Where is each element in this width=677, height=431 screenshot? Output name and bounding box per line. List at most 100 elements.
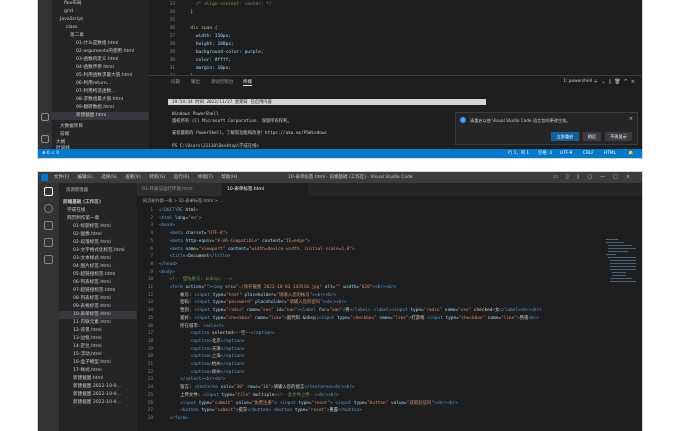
tree-item[interactable]: 07-超链接标签.html [59,287,137,295]
menu-go[interactable]: 转到(G) [149,175,165,180]
tree-item[interactable]: 11-内联元素.html [59,319,137,327]
tree-item[interactable]: 新建截图 2022-10-0... [59,391,137,399]
tree-item[interactable]: 01-什么是数组.html [52,40,149,48]
code-line[interactable]: 28 </form> [137,415,606,423]
menu-selection[interactable]: 选择(S) [101,175,116,180]
code-line[interactable]: 26 <input type="submit" value="免费注册"> <i… [137,400,606,408]
tree-item[interactable]: 06-列表标签.html [59,279,137,287]
tree-item[interactable]: 08-列表标签.html [59,295,137,303]
menu-run[interactable]: 运行(R) [174,175,190,180]
tree-item[interactable]: 新建截图 2022-10-0... [59,383,137,391]
code-line[interactable]: 13 密码: <input type="password" placeholde… [137,299,606,307]
css-editor[interactable]: 23 /* align-content: center; */ 24 } 25 … [149,0,642,75]
code-line[interactable]: 12 帐号: <input type="text" placeholder="请… [137,292,606,300]
tree-item[interactable]: 网页制作第一章 [59,215,137,223]
tree-item[interactable]: JavaScript [52,16,149,24]
tree-item[interactable]: 08-求数组最大值.html [52,96,149,104]
run-debug-icon[interactable] [44,238,53,247]
tree-item[interactable]: 前端 [52,131,149,139]
bell-icon[interactable]: 🔔 [628,149,633,158]
tree-item[interactable]: class [52,24,149,32]
tree-item[interactable]: flex布局 [52,0,149,8]
tree-item[interactable]: grid [52,8,149,16]
code-line[interactable]: 20 <option>上海</option> [137,353,606,361]
code-line[interactable]: 17 <option selected>--空--</option> [137,330,606,338]
code-line[interactable]: 8 </head> [137,261,606,269]
menu-file[interactable]: 文件(F) [54,175,69,180]
tab-file-active[interactable]: 10-表单标签.html [222,183,308,196]
tree-item[interactable]: 第二章 [52,32,149,40]
tree-item[interactable]: 05-利用函数求最大值.html [52,72,149,80]
code-line[interactable]: 6 <meta name="viewport" content="width=d… [137,246,606,254]
code-line[interactable]: 7 <title>Document</title> [137,253,606,261]
code-line[interactable]: 16 所在城市: <select> [137,323,606,331]
explorer-icon[interactable] [44,187,53,196]
later-button[interactable]: 稍后 [583,132,601,141]
tree-item-active[interactable]: 10-表单标签.html [59,311,137,319]
tree-item[interactable]: 新建截图.html [52,112,149,120]
tree-item[interactable]: 学成在线 [59,207,137,215]
code-line[interactable]: 22 <option>徐州</option> [137,369,606,377]
breadcrumb[interactable]: 网页制作第一章 > 10-表单标签.html > ... [137,196,642,205]
minimap[interactable] [606,239,636,287]
close-icon[interactable]: × [629,116,633,122]
tree-item[interactable]: 01-标题标签.html [59,223,137,231]
encoding[interactable]: UTF-8 [560,149,573,158]
code-line[interactable]: 24 留言: <textarea cols="30" rows="10">请输入… [137,384,606,392]
tree-item[interactable]: 02-arguments的使用.html [52,48,149,56]
code-line[interactable]: 19 <option>天津</option> [137,346,606,354]
line-ending[interactable]: CRLF [583,149,594,158]
tree-item[interactable]: 02-段落标签.html [59,239,137,247]
tab-output[interactable]: 输出 [191,79,200,85]
workspace-root[interactable]: 前端基础 (工作区) [59,199,137,207]
code-line[interactable]: 5 <meta http-equiv="X-UA-Compatible" con… [137,238,606,246]
menu-edit[interactable]: 编辑(E) [78,175,93,180]
account-icon[interactable] [41,113,49,121]
terminal-selector[interactable]: 1: powershell [563,79,592,84]
tree-item[interactable]: 05-超链接标签.html [59,271,137,279]
tab-terminal[interactable]: 终端 [243,79,252,86]
tree-item[interactable]: 新建截图.html [59,375,137,383]
restart-now-button[interactable]: 立即重启 [551,132,579,141]
tree-item[interactable]: 09-表格标签.html [59,303,137,311]
code-line[interactable]: 21 <option>杭州</option> [137,361,606,369]
tree-item[interactable]: 02-图像.html [59,231,137,239]
code-line[interactable]: 9 <body> [137,269,606,277]
code-line[interactable]: 23 </select><br><br> [137,376,606,384]
tree-item[interactable]: 07-利用构造函数... [52,88,149,96]
menu-view[interactable]: 查看(V) [125,175,141,180]
menu-help[interactable]: 帮助(H) [221,175,237,180]
tree-item[interactable]: 06-利用return... [52,80,149,88]
tree-item[interactable]: 03-文字格式化标签.html [59,247,137,255]
code-line[interactable]: 2 <html lang="en"> [137,215,606,223]
code-line[interactable]: 14 性别: <input type="radio" name="sex" id… [137,307,606,315]
code-line[interactable]: 15 爱好: <input type="checkbox" name="like… [137,315,606,323]
tree-item[interactable]: 03-文本样式.html [59,255,137,263]
tab-problems[interactable]: 问题 [171,79,180,85]
tree-item[interactable]: 14-定位.html [59,343,137,351]
tree-item[interactable]: 12-背景.html [59,327,137,335]
code-line[interactable]: 3 <head> [137,222,606,230]
tree-item[interactable]: 04-函数传参.html [52,64,149,72]
indent-setting[interactable]: 空格: 4 [538,149,552,158]
settings-gear-icon[interactable] [41,135,49,143]
tree-item[interactable]: 03-函数的定义.html [52,56,149,64]
code-line[interactable]: 11 <form action=""><img src="./保存截图 2022… [137,284,606,292]
tree-item[interactable]: 15-浮动.html [59,351,137,359]
tree-item[interactable]: 大数据项目 [52,123,149,131]
code-line[interactable]: 1 <!DOCTYPE html> [137,207,606,215]
source-control-icon[interactable] [44,221,53,230]
window-controls[interactable]: ▭▯▯▢—□× [553,172,638,183]
panel-actions[interactable]: ＋⌄▯🗑^× [593,78,638,85]
html-editor[interactable]: 1 <!DOCTYPE html> 2 <html lang="en"> 3 <head>… [137,205,642,431]
cursor-position[interactable]: 行 1，列 1 [508,149,529,158]
code-line[interactable]: 25 上传文件: <input type="file" multiple><!-… [137,392,606,400]
tree-item[interactable]: 09-翻转数组.html [52,104,149,112]
tree-item[interactable]: 16-盒子模型.html [59,359,137,367]
tree-item[interactable]: 04-图片标签.html [59,263,137,271]
search-icon[interactable] [44,204,53,213]
tab-file[interactable]: 01-开发与运行环境.html [137,183,221,196]
dont-show-button[interactable]: 不再显示 [605,132,632,141]
code-line[interactable]: 4 <meta charset="UTF-8"> [137,230,606,238]
extensions-icon[interactable] [44,255,53,264]
